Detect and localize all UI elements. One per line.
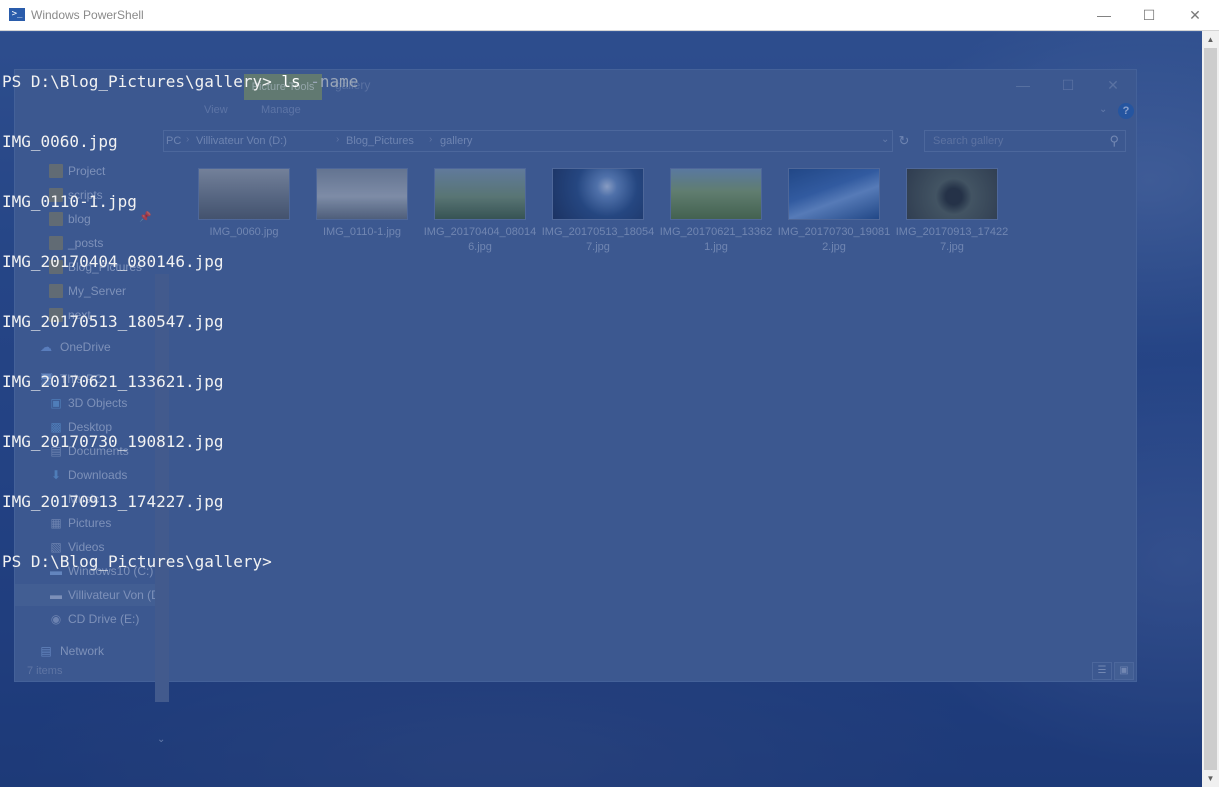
console-prompt: PS D:\Blog_Pictures\gallery> [2,72,282,91]
console-prompt-line[interactable]: PS D:\Blog_Pictures\gallery> [2,552,358,572]
console-command: ls [281,72,301,91]
console-line: IMG_20170913_174227.jpg [2,492,224,511]
scroll-up-icon[interactable]: ▲ [1202,31,1219,48]
scrollbar-thumb[interactable] [1204,48,1217,770]
console-scrollbar[interactable]: ▲ ▼ [1202,31,1219,787]
console-line: IMG_20170730_190812.jpg [2,432,224,451]
console-line: IMG_0110-1.jpg [2,192,137,211]
console-line: IMG_20170404_080146.jpg [2,252,224,271]
powershell-icon: >_ [9,8,25,21]
powershell-titlebar[interactable]: >_ Windows PowerShell — ☐ ✕ [0,0,1219,31]
console-command-line: PS D:\Blog_Pictures\gallery> ls -name [2,72,358,92]
console-output[interactable]: PS D:\Blog_Pictures\gallery> ls -name IM… [2,32,358,592]
close-button[interactable]: ✕ [1172,0,1218,30]
window-title: Windows PowerShell [31,8,144,22]
maximize-button[interactable]: ☐ [1126,0,1172,30]
console-line: IMG_20170621_133621.jpg [2,372,224,391]
minimize-button[interactable]: — [1081,0,1127,30]
console-parameter: -name [300,72,359,91]
scroll-down-icon[interactable]: ▼ [1202,770,1219,787]
console-line: IMG_20170513_180547.jpg [2,312,224,331]
console-line: IMG_0060.jpg [2,132,118,151]
